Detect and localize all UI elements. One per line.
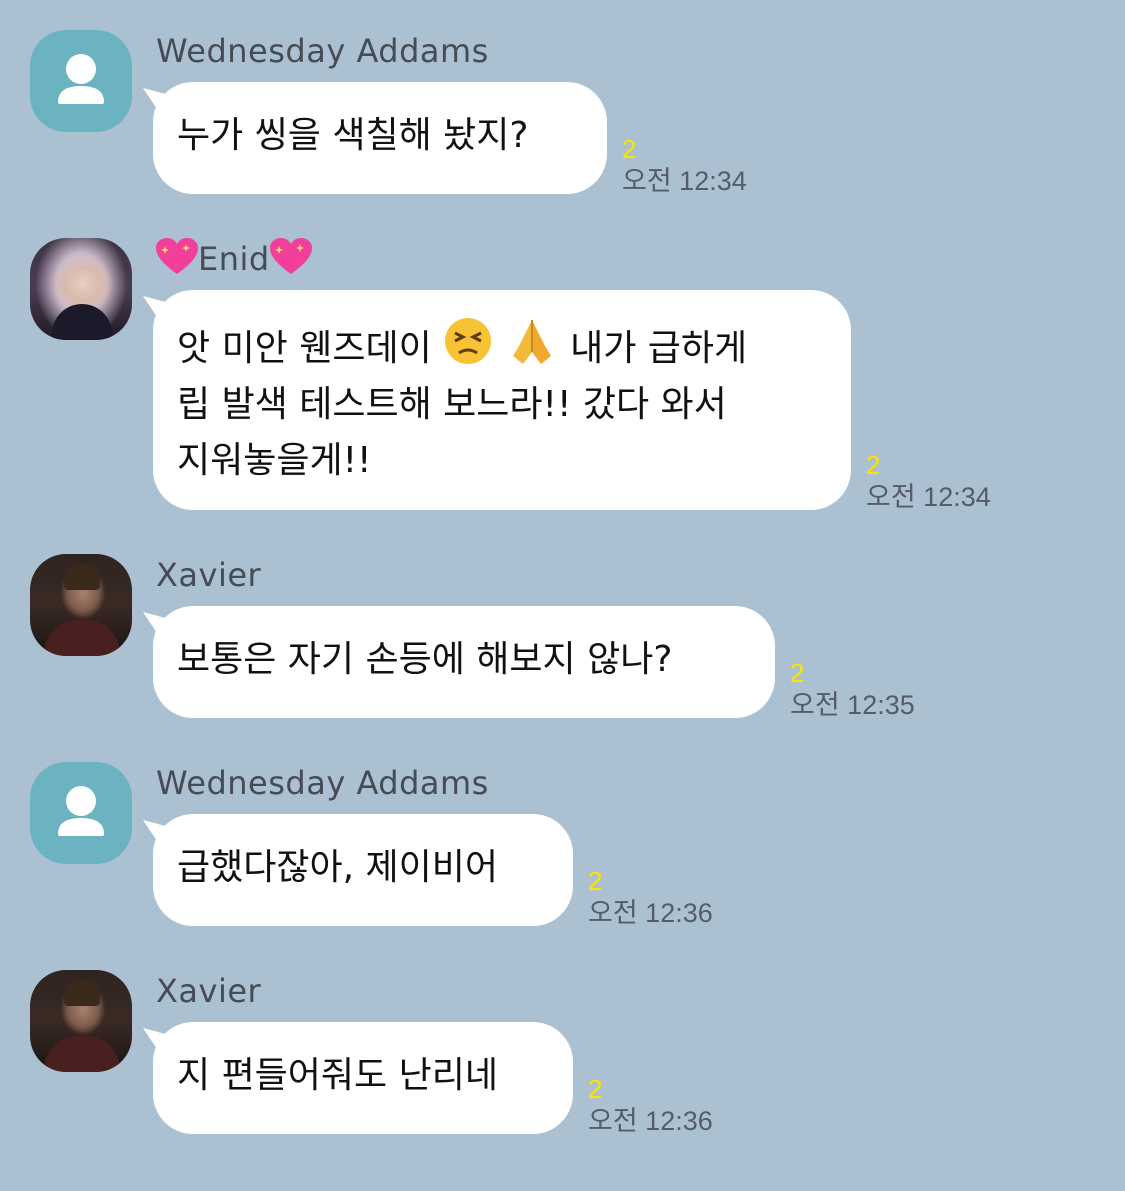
message-text: 누가 씽을 색칠해 놨지? [177, 115, 529, 156]
message-meta: 2 오전 12:36 [588, 1074, 713, 1138]
bubble-tail [143, 820, 173, 850]
avatar[interactable] [30, 554, 132, 656]
message-meta: 2 오전 12:34 [622, 134, 747, 198]
message-text: 지 편들어줘도 난리네 [177, 1055, 498, 1096]
timestamp: 오전 12:36 [588, 898, 713, 928]
avatar-photo-detail [44, 620, 120, 656]
message-text: 지워놓을게!! [177, 440, 372, 481]
message-line: 지워놓을게!! [177, 433, 827, 489]
message-line: 앗 미안 웬즈데이 내가 급하게 [177, 316, 827, 377]
message-bubble[interactable]: 지 편들어줘도 난리네 [143, 1022, 573, 1134]
sender-name-text: Enid [198, 240, 270, 278]
bubble-tail [143, 1028, 173, 1058]
sender-name: Xavier [156, 556, 262, 594]
avatar-photo [64, 980, 100, 1006]
sender-name: Xavier [156, 972, 262, 1010]
avatar[interactable] [30, 30, 132, 132]
sparkling-heart-icon [156, 238, 198, 274]
avatar[interactable] [30, 970, 132, 1072]
message-line: 립 발색 테스트해 보느라!! 갔다 와서 [177, 377, 827, 433]
timestamp: 오전 12:36 [588, 1106, 713, 1136]
avatar-photo-detail [44, 1036, 120, 1072]
folded-hands-icon [512, 320, 551, 364]
bubble-tail [143, 88, 173, 118]
message-text: 내가 급하게 [570, 328, 748, 369]
message-bubble[interactable]: 누가 씽을 색칠해 놨지? [143, 82, 607, 194]
message-bubble[interactable]: 급했다잖아, 제이비어 [143, 814, 573, 926]
message-text: 급했다잖아, 제이비어 [177, 847, 498, 888]
bubble-tail [143, 612, 173, 642]
avatar[interactable] [30, 238, 132, 340]
unread-count: 2 [588, 1074, 603, 1104]
message-text: 보통은 자기 손등에 해보지 않나? [177, 639, 673, 680]
default-person-icon [58, 786, 104, 836]
avatar-photo [52, 304, 112, 340]
message-text: 립 발색 테스트해 보느라!! 갔다 와서 [177, 384, 727, 425]
unread-count: 2 [866, 450, 881, 480]
sender-name: Wednesday Addams [156, 764, 489, 802]
unread-count: 2 [588, 866, 603, 896]
unread-count: 2 [790, 658, 805, 688]
message-text: 앗 미안 웬즈데이 [177, 328, 432, 369]
message-meta: 2 오전 12:36 [588, 866, 713, 930]
sender-name: Enid [156, 238, 312, 278]
message-bubble[interactable]: 보통은 자기 손등에 해보지 않나? [143, 606, 775, 718]
message-meta: 2 오전 12:35 [790, 658, 915, 722]
avatar[interactable] [30, 762, 132, 864]
timestamp: 오전 12:34 [866, 482, 991, 512]
timestamp: 오전 12:34 [622, 166, 747, 196]
persevering-face-icon [445, 318, 492, 364]
unread-count: 2 [622, 134, 637, 164]
sparkling-heart-icon [269, 238, 312, 274]
bubble-tail [143, 296, 173, 326]
message-meta: 2 오전 12:34 [866, 450, 991, 514]
sender-name: Wednesday Addams [156, 32, 489, 70]
avatar-photo [64, 564, 100, 590]
timestamp: 오전 12:35 [790, 690, 915, 720]
default-person-icon [58, 54, 104, 104]
message-bubble[interactable]: 앗 미안 웬즈데이 내가 급하게 립 발색 테스트해 보느라!! 갔다 와서 지… [143, 290, 851, 510]
